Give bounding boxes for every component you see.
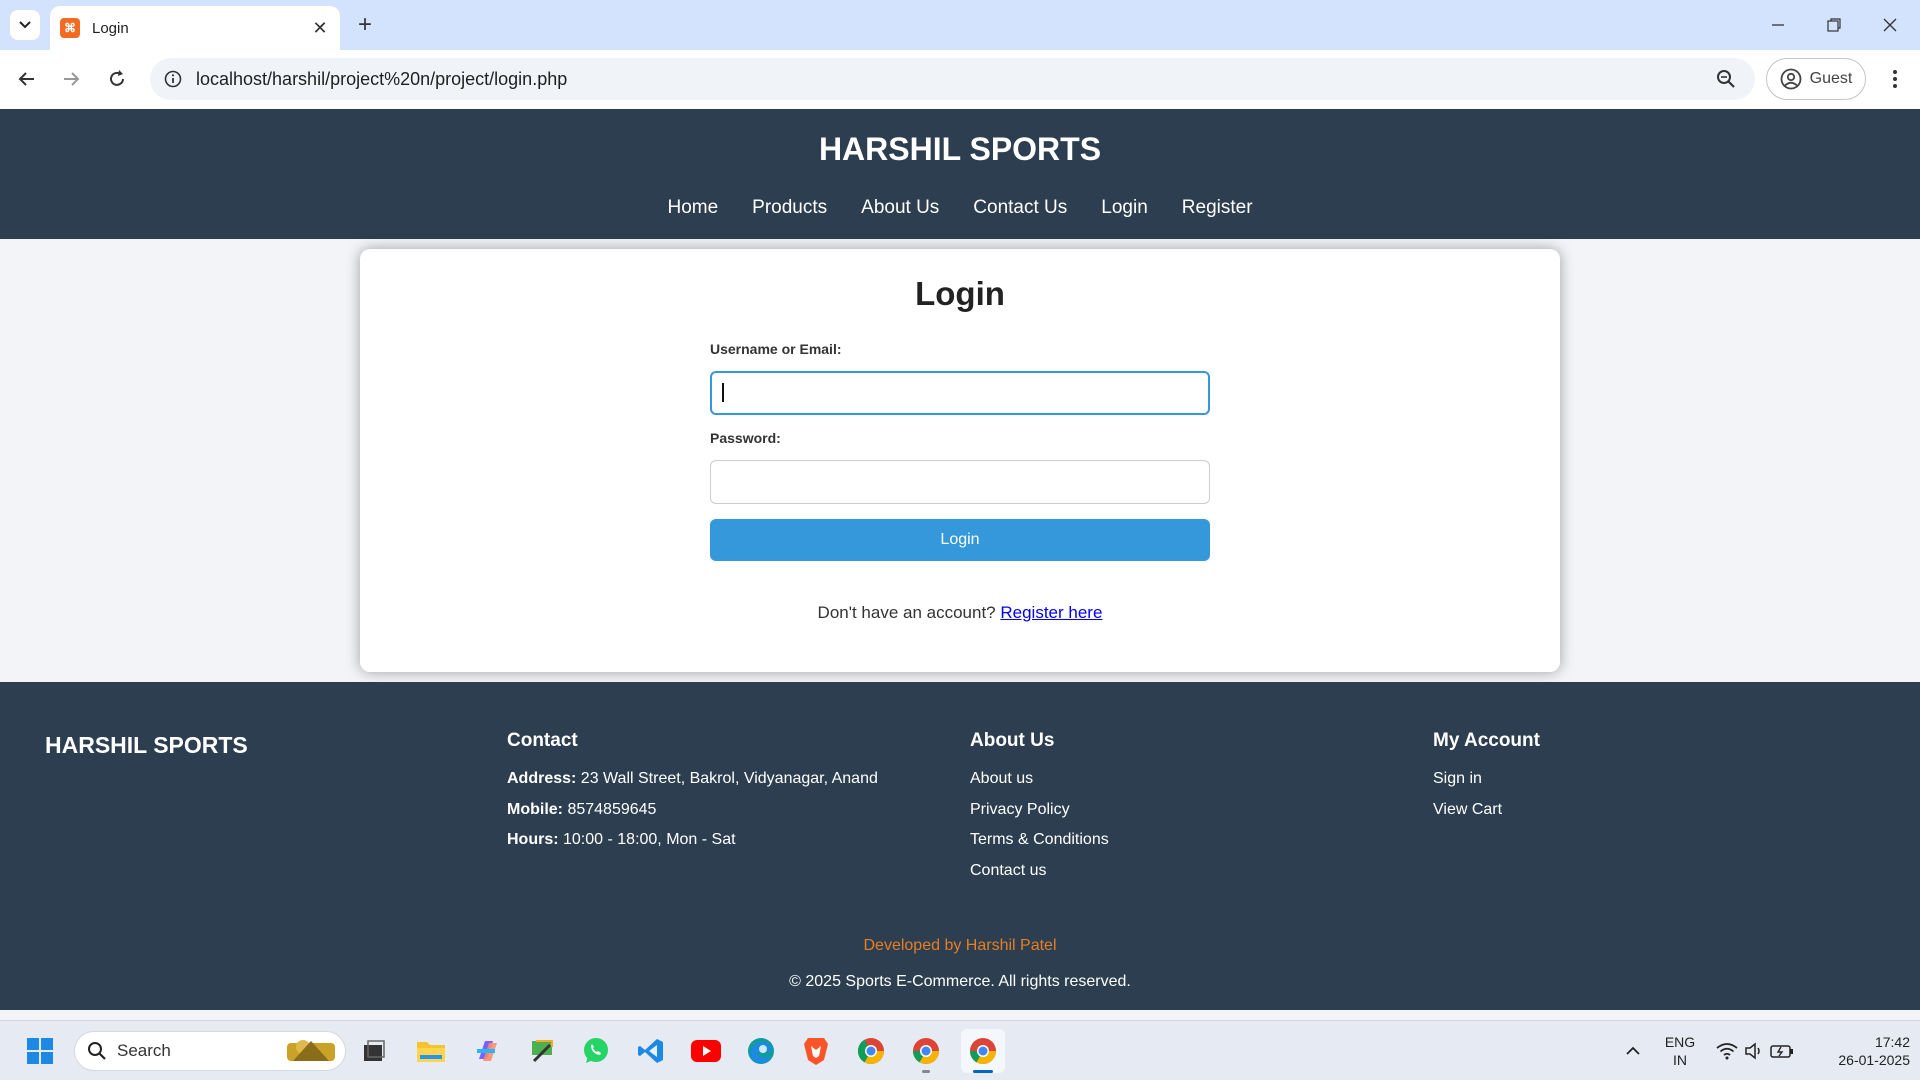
clock-time: 17:42 [1874,1034,1910,1050]
footer-mobile: Mobile: 8574859645 [507,801,878,832]
brave-icon[interactable] [798,1033,834,1069]
tab-search-button[interactable] [10,10,40,40]
mobile-label: Mobile: [507,800,563,818]
site-nav: Home Products About Us Contact Us Login … [0,197,1920,219]
edge-icon[interactable] [743,1033,779,1069]
mobile-value: 8574859645 [563,800,657,818]
nav-products[interactable]: Products [752,197,827,219]
new-tab-button[interactable]: + [350,10,380,40]
forward-icon[interactable] [56,64,86,94]
zoom-icon[interactable] [1711,64,1741,94]
app-pen-icon[interactable] [524,1033,560,1069]
hours-value: 10:00 - 18:00, Mon - Sat [558,831,736,848]
chevron-down-icon [19,21,31,29]
login-button[interactable]: Login [710,519,1210,561]
browser-tab[interactable]: ⌘ Login ✕ [50,6,340,50]
nav-login[interactable]: Login [1101,197,1148,219]
hours-label: Hours: [507,831,559,848]
password-label: Password: [710,430,781,446]
login-card: Login Username or Email: Password: Login… [360,249,1560,672]
footer-link-about[interactable]: About us [970,770,1109,801]
close-window-icon[interactable] [1870,10,1910,40]
username-label: Username or Email: [710,341,842,357]
reload-icon[interactable] [102,64,132,94]
search-placeholder: Search [117,1041,171,1060]
minimize-icon[interactable] [1758,10,1798,40]
footer-account-heading: My Account [1433,730,1540,751]
username-input[interactable] [710,371,1210,415]
account-circle-icon [1780,68,1802,90]
footer-brand: HARSHIL SPORTS [45,732,248,758]
footer-link-terms[interactable]: Terms & Conditions [970,831,1109,862]
search-highlight-icon [287,1040,335,1061]
language-line-2: IN [1673,1052,1687,1068]
footer-link-sign-in[interactable]: Sign in [1433,770,1540,801]
footer-link-privacy[interactable]: Privacy Policy [970,801,1109,832]
site-info-icon[interactable] [164,70,182,88]
wifi-icon [1716,1043,1738,1060]
footer-address: Address: 23 Wall Street, Bakrol, Vidyana… [507,770,878,801]
chrome-active-icon[interactable] [961,1029,1005,1073]
register-link[interactable]: Register here [1000,603,1102,622]
footer-link-contact[interactable]: Contact us [970,862,1109,893]
language-indicator[interactable]: ENG IN [1660,1033,1700,1069]
register-prompt: Don't have an account? Register here [360,603,1560,623]
taskbar: Search ENG IN 17:42 26-01-2025 [0,1020,1920,1080]
copyright: © 2025 Sports E-Commerce. All rights res… [789,973,1131,990]
back-icon[interactable] [12,64,42,94]
address-bar[interactable]: localhost/harshil/project%20n/project/lo… [150,58,1755,100]
whatsapp-icon[interactable] [578,1033,614,1069]
vscode-icon[interactable] [633,1033,669,1069]
address-label: Address: [507,770,577,787]
profile-label: Guest [1809,70,1853,87]
windows-start-icon[interactable] [22,1033,58,1069]
footer-about-heading: About Us [970,730,1055,751]
developer-credit: Developed by Harshil Patel [863,937,1057,954]
file-explorer-icon[interactable] [413,1033,449,1069]
close-tab-icon[interactable]: ✕ [310,18,330,39]
clock[interactable]: 17:42 26-01-2025 [1810,1033,1910,1069]
chrome-profile-icon[interactable] [908,1033,944,1073]
no-account-text: Don't have an account? [817,603,1001,622]
address-value: 23 Wall Street, Bakrol, Vidyanagar, Anan… [576,770,878,787]
volume-icon [1745,1042,1760,1060]
footer-hours: Hours: 10:00 - 18:00, Mon - Sat [507,831,878,862]
footer-contact-heading: Contact [507,730,578,751]
browser-tab-bar: ⌘ Login ✕ + [0,0,1920,50]
clock-date: 26-01-2025 [1838,1052,1910,1068]
taskbar-search-box[interactable]: Search [74,1031,346,1071]
nav-home[interactable]: Home [667,197,718,219]
url-text[interactable]: localhost/harshil/project%20n/project/lo… [196,69,1711,90]
search-icon [88,1042,106,1060]
copilot-icon[interactable] [469,1033,505,1069]
footer-link-view-cart[interactable]: View Cart [1433,801,1540,832]
site-title: HARSHIL SPORTS [818,131,1102,167]
language-line-1: ENG [1664,1034,1696,1050]
system-status-group[interactable] [1710,1033,1800,1069]
chrome-icon[interactable] [853,1033,889,1069]
nav-contact-us[interactable]: Contact Us [973,197,1067,219]
login-form: Username or Email: Password: Login [710,341,1210,561]
footer-about-column: About Us About us Privacy Policy Terms &… [970,730,1109,892]
footer-account-column: My Account Sign in View Cart [1433,730,1540,831]
nav-about-us[interactable]: About Us [861,197,939,219]
tab-title: Login [92,19,129,37]
xampp-favicon-icon: ⌘ [60,18,80,38]
footer-contact-column: Contact Address: 23 Wall Street, Bakrol,… [507,730,878,862]
login-heading: Login [915,275,1005,312]
site-header: HARSHIL SPORTS Home Products About Us Co… [0,109,1920,239]
tray-overflow-icon[interactable] [1615,1033,1651,1069]
text-caret [722,383,724,402]
task-view-icon[interactable] [356,1033,392,1069]
youtube-icon[interactable] [688,1033,724,1069]
restore-icon[interactable] [1814,10,1854,40]
profile-button[interactable]: Guest [1766,58,1866,100]
nav-register[interactable]: Register [1182,197,1253,219]
site-footer: HARSHIL SPORTS Contact Address: 23 Wall … [0,682,1920,1010]
more-menu-icon[interactable] [1880,64,1910,94]
battery-icon [1770,1045,1793,1058]
password-input[interactable] [710,460,1210,504]
